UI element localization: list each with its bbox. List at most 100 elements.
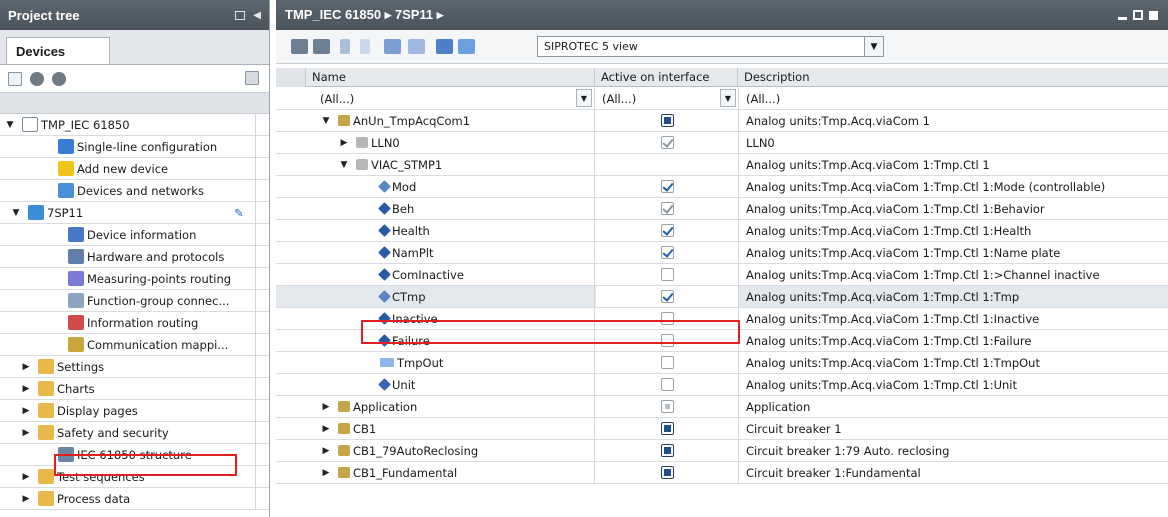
project-tree-title: Project tree bbox=[8, 7, 80, 23]
column-header-active[interactable]: Active on interface bbox=[595, 67, 738, 87]
active-checkbox[interactable] bbox=[660, 246, 674, 259]
table-row[interactable]: ▶ CB1_79AutoReclosing Circuit breaker 1:79… bbox=[276, 440, 1168, 462]
active-checkbox[interactable] bbox=[660, 202, 674, 215]
active-checkbox[interactable] bbox=[660, 378, 674, 391]
table-row[interactable]: Health Analog units:Tmp.Acq.viaCom 1:Tmp.… bbox=[276, 220, 1168, 242]
activate-icon[interactable] bbox=[384, 39, 401, 54]
collapsed-arrow-icon[interactable]: ▶ bbox=[320, 402, 332, 412]
table-row[interactable]: ▼ VIAC_STMP1 Analog units:Tmp.Acq.viaCom 1… bbox=[276, 154, 1168, 176]
collapsed-arrow-icon[interactable]: ▶ bbox=[20, 472, 32, 482]
deselect-set-icon[interactable] bbox=[458, 39, 475, 54]
table-row[interactable]: Unit Analog units:Tmp.Acq.viaCom 1:Tmp.Ct… bbox=[276, 374, 1168, 396]
table-row[interactable]: NamPlt Analog units:Tmp.Acq.viaCom 1:Tmp.… bbox=[276, 242, 1168, 264]
tree-item[interactable]: Single-line configuration bbox=[0, 136, 269, 158]
active-checkbox[interactable] bbox=[660, 422, 674, 435]
active-checkbox[interactable] bbox=[660, 136, 674, 149]
collapsed-arrow-icon[interactable]: ▶ bbox=[20, 428, 32, 438]
collapsed-arrow-icon[interactable]: ▶ bbox=[20, 362, 32, 372]
active-checkbox[interactable] bbox=[660, 400, 674, 413]
expanded-arrow-icon[interactable]: ▼ bbox=[338, 160, 350, 170]
back-icon[interactable] bbox=[30, 71, 44, 86]
tree-item[interactable]: ▶ Process data bbox=[0, 488, 269, 510]
chevron-down-icon[interactable]: ▼ bbox=[576, 89, 592, 107]
collapse-all-icon[interactable] bbox=[313, 39, 330, 54]
tree-item[interactable]: ▼ 7SP11 ✎ bbox=[0, 202, 269, 224]
select-set-icon[interactable] bbox=[436, 39, 453, 54]
table-row[interactable]: ▶ CB1_Fundamental Circuit breaker 1:Fundam… bbox=[276, 462, 1168, 484]
expand-all-icon[interactable] bbox=[291, 39, 308, 54]
column-header-name[interactable]: Name bbox=[306, 67, 595, 87]
float-icon[interactable] bbox=[1133, 10, 1143, 20]
chevron-down-icon[interactable]: ▼ bbox=[864, 37, 883, 56]
overview-icon[interactable] bbox=[245, 71, 259, 85]
select-all-icon[interactable] bbox=[340, 39, 350, 54]
tree-item-label: Single-line configuration bbox=[77, 139, 218, 154]
active-checkbox[interactable] bbox=[660, 290, 674, 303]
tree-item[interactable]: Communication mappi... bbox=[0, 334, 269, 356]
forward-icon[interactable] bbox=[52, 71, 66, 86]
collapsed-arrow-icon[interactable]: ▶ bbox=[320, 468, 332, 478]
collapsed-arrow-icon[interactable]: ▶ bbox=[20, 406, 32, 416]
active-checkbox[interactable] bbox=[660, 444, 674, 457]
tree-item[interactable]: ▶ Display pages bbox=[0, 400, 269, 422]
deactivate-icon[interactable] bbox=[408, 39, 425, 54]
active-checkbox[interactable] bbox=[660, 466, 674, 479]
tree-item[interactable]: Measuring-points routing bbox=[0, 268, 269, 290]
cell-name: ▶ LLN0 bbox=[306, 132, 595, 153]
table-row[interactable]: CTmp Analog units:Tmp.Acq.viaCom 1:Tmp.Ct… bbox=[276, 286, 1168, 308]
expanded-arrow-icon[interactable]: ▼ bbox=[320, 116, 332, 126]
test-folder-icon bbox=[38, 469, 54, 484]
tree-item[interactable]: Device information bbox=[0, 224, 269, 246]
maximize-icon[interactable] bbox=[1149, 10, 1158, 20]
cell-active bbox=[596, 396, 739, 417]
collapsed-arrow-icon[interactable]: ▶ bbox=[20, 384, 32, 394]
filter-name[interactable]: (All...) ▼ bbox=[306, 88, 595, 109]
tree-item[interactable]: ▶ Charts bbox=[0, 378, 269, 400]
table-row[interactable]: ▶ Application Application bbox=[276, 396, 1168, 418]
table-row[interactable]: ComInactive Analog units:Tmp.Acq.viaCom 1… bbox=[276, 264, 1168, 286]
active-checkbox[interactable] bbox=[660, 356, 674, 369]
table-row[interactable]: ▶ CB1 Circuit breaker 1 bbox=[276, 418, 1168, 440]
new-folder-icon[interactable] bbox=[8, 71, 22, 86]
deselect-all-icon[interactable] bbox=[360, 39, 370, 54]
tree-item[interactable]: Add new device bbox=[0, 158, 269, 180]
view-select[interactable]: SIPROTEC 5 view ▼ bbox=[537, 36, 884, 57]
tree-item-label: Add new device bbox=[77, 161, 169, 176]
collapsed-arrow-icon[interactable]: ▶ bbox=[320, 424, 332, 434]
tab-devices[interactable]: Devices bbox=[6, 37, 110, 64]
active-checkbox[interactable] bbox=[660, 180, 674, 193]
tree-item[interactable]: Devices and networks bbox=[0, 180, 269, 202]
table-row[interactable]: TmpOut Analog units:Tmp.Acq.viaCom 1:Tmp.… bbox=[276, 352, 1168, 374]
filter-description[interactable]: (All...) bbox=[740, 92, 780, 106]
tree-item[interactable]: ▼ TMP_IEC 61850 bbox=[0, 114, 269, 136]
chevron-down-icon[interactable]: ▼ bbox=[720, 89, 736, 107]
active-checkbox[interactable] bbox=[660, 114, 674, 127]
node-icon bbox=[378, 202, 391, 215]
collapse-pane-icon[interactable]: ◀ bbox=[253, 10, 261, 21]
tree-item[interactable]: Hardware and protocols bbox=[0, 246, 269, 268]
cell-name: ▼ AnUn_TmpAcqCom1 bbox=[306, 110, 595, 131]
split-view-icon[interactable] bbox=[235, 10, 246, 20]
filter-active[interactable]: (All...) ▼ bbox=[596, 88, 739, 109]
table-row[interactable]: Beh Analog units:Tmp.Acq.viaCom 1:Tmp.Ctl… bbox=[276, 198, 1168, 220]
tree-item[interactable]: ▶ Safety and security bbox=[0, 422, 269, 444]
row-name-label: VIAC_STMP1 bbox=[371, 157, 443, 172]
table-row[interactable]: ▼ AnUn_TmpAcqCom1 Analog units:Tmp.Acq.via… bbox=[276, 110, 1168, 132]
edit-pencil-icon[interactable]: ✎ bbox=[234, 206, 244, 220]
expanded-arrow-icon[interactable]: ▼ bbox=[10, 208, 22, 218]
collapsed-arrow-icon[interactable]: ▶ bbox=[338, 138, 350, 148]
active-checkbox[interactable] bbox=[660, 268, 674, 281]
tree-item[interactable]: Function-group connec... bbox=[0, 290, 269, 312]
table-row[interactable]: Mod Analog units:Tmp.Acq.viaCom 1:Tmp.Ctl… bbox=[276, 176, 1168, 198]
collapsed-arrow-icon[interactable]: ▶ bbox=[20, 494, 32, 504]
minimize-icon[interactable] bbox=[1118, 16, 1127, 20]
tree-item[interactable]: ▶ Settings bbox=[0, 356, 269, 378]
display-folder-icon bbox=[38, 403, 54, 418]
column-header-description[interactable]: Description bbox=[738, 70, 810, 84]
active-checkbox[interactable] bbox=[660, 224, 674, 237]
tree-item-label: Charts bbox=[57, 381, 95, 396]
expanded-arrow-icon[interactable]: ▼ bbox=[4, 120, 16, 130]
collapsed-arrow-icon[interactable]: ▶ bbox=[320, 446, 332, 456]
table-row[interactable]: ▶ LLN0 LLN0 bbox=[276, 132, 1168, 154]
tree-item[interactable]: Information routing bbox=[0, 312, 269, 334]
